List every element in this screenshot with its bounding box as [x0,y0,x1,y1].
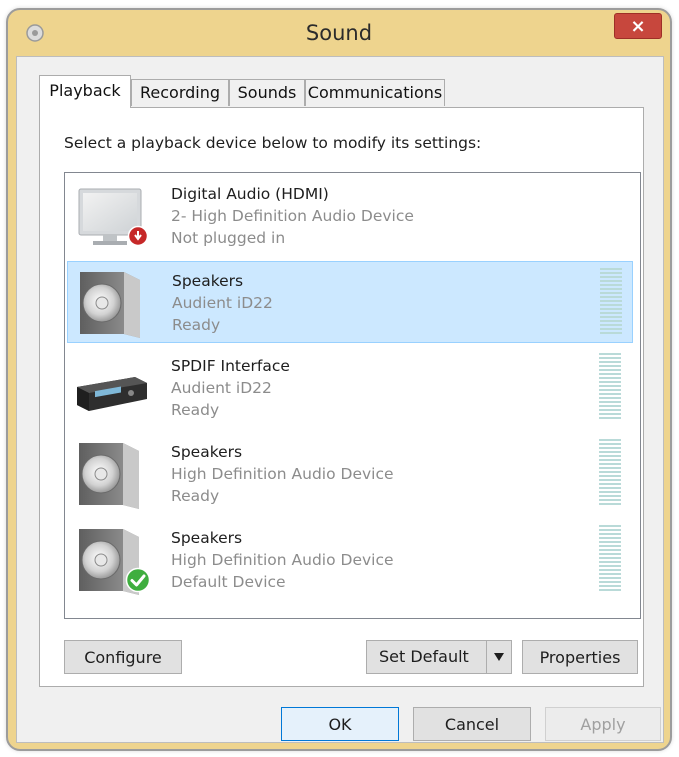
device-description: High Definition Audio Device [171,465,394,483]
level-meter [599,525,621,591]
device-status: Ready [171,401,220,419]
title-bar[interactable]: Sound × [8,10,670,56]
dialog-client-area: Playback Recording Sounds Communications… [16,56,664,743]
device-status: Ready [171,487,220,505]
sound-dialog: Sound × Playback Recording Sounds Commun… [6,8,672,751]
device-item-speakers-audient[interactable]: Speakers Audient iD22 Ready [67,261,633,343]
device-description: 2- High Definition Audio Device [171,207,414,225]
level-meter [599,353,621,419]
chevron-down-icon [494,653,504,661]
default-check-icon [125,567,151,593]
tab-playback[interactable]: Playback [39,75,131,108]
playback-tab-page: Select a playback device below to modify… [39,107,644,687]
device-status: Default Device [171,573,286,591]
unplugged-badge-icon [127,225,149,247]
ok-button[interactable]: OK [281,707,399,741]
device-name: Speakers [171,529,243,547]
set-default-dropdown[interactable] [486,641,511,673]
device-name: Speakers [171,443,243,461]
instructions-text: Select a playback device below to modify… [64,134,482,152]
device-status: Not plugged in [171,229,286,247]
device-list[interactable]: Digital Audio (HDMI) 2- High Definition … [64,172,641,619]
close-button[interactable]: × [614,13,662,39]
device-description: High Definition Audio Device [171,551,394,569]
device-name: Speakers [172,272,244,290]
device-description: Audient iD22 [171,379,272,397]
set-default-label: Set Default [379,647,469,666]
level-meter [600,268,622,334]
window-title: Sound [305,21,373,45]
speaker-icon [80,272,140,338]
properties-button[interactable]: Properties [522,640,638,674]
device-item-speakers-hd[interactable]: Speakers High Definition Audio Device Re… [67,433,633,515]
device-item-hdmi[interactable]: Digital Audio (HDMI) 2- High Definition … [67,175,633,257]
tab-sounds[interactable]: Sounds [229,79,305,106]
device-description: Audient iD22 [172,294,273,312]
tab-communications[interactable]: Communications [305,79,445,106]
level-meter [599,439,621,505]
device-item-speakers-default[interactable]: Speakers High Definition Audio Device De… [67,519,633,601]
apply-button[interactable]: Apply [545,707,661,741]
device-name: SPDIF Interface [171,357,290,375]
speaker-icon [79,443,139,509]
device-status: Ready [172,316,221,334]
cancel-button[interactable]: Cancel [413,707,531,741]
close-icon: × [630,15,646,37]
tab-recording[interactable]: Recording [131,79,229,106]
device-item-spdif[interactable]: SPDIF Interface Audient iD22 Ready [67,347,633,429]
configure-button[interactable]: Configure [64,640,182,674]
device-name: Digital Audio (HDMI) [171,185,329,203]
receiver-icon [77,377,147,411]
set-default-button[interactable]: Set Default [366,640,512,674]
